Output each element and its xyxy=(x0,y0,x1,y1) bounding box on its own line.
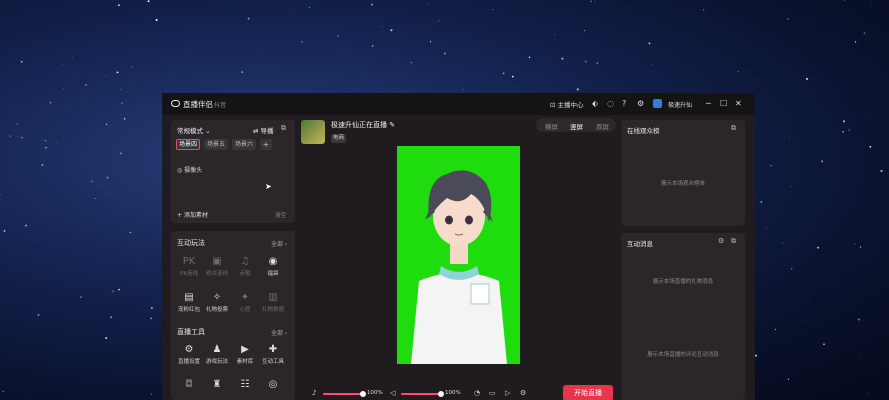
help-icon[interactable]: ? xyxy=(622,99,626,108)
speaker-volume-value: 100% xyxy=(445,390,461,396)
stream-title[interactable]: 极速升仙正在直播 ✎ xyxy=(331,120,395,130)
avatar-character-image xyxy=(411,170,507,364)
app-title: 直播伴侣 xyxy=(183,100,213,109)
screen-record-icon[interactable]: ▭ xyxy=(489,389,496,397)
interactive-title: 互动玩法 xyxy=(177,239,205,247)
tool-interactive-tools[interactable]: ✚ 互动工具 xyxy=(255,343,291,365)
messages-popout-icon[interactable]: ⧉ xyxy=(731,237,736,246)
add-scene-button[interactable]: + xyxy=(260,139,272,150)
tool-gift-data[interactable]: ▥ 礼物数据 xyxy=(255,291,291,313)
tab-landscape[interactable]: 横屏 xyxy=(545,121,558,131)
tool-label: 礼物投票 xyxy=(205,307,228,313)
speaker-volume-knob[interactable] xyxy=(438,391,444,397)
edit-icon: ✎ xyxy=(389,121,396,129)
add-material-button[interactable]: + 添加素材 xyxy=(177,210,208,219)
viewers-empty-text: 展示本场观众榜单 xyxy=(660,181,705,187)
source-camera-label: 摄像头 xyxy=(184,167,203,174)
tools-panel: 互动玩法 全部 › PK PK连线 ▣ 观众连线 ♫ 点歌 ◉ 福袋 ▤ 宠粉红包 ✧ 礼物… xyxy=(171,231,295,400)
tool-lucky-bag[interactable]: ◉ 福袋 xyxy=(255,255,291,277)
viewers-panel: 在线观众榜 ⧉ 展示本场观众榜单 xyxy=(621,120,745,226)
tool-label: 心愿 xyxy=(239,307,251,313)
swap-icon: ⇄ xyxy=(253,127,259,135)
tab-portrait[interactable]: 竖屏 xyxy=(570,121,583,131)
tool-label: 福袋 xyxy=(267,271,279,277)
stream-title-label: 极速升仙正在直播 xyxy=(331,121,387,129)
gamepad-icon: ◎ xyxy=(268,379,278,390)
maximize-icon[interactable]: ☐ xyxy=(720,99,727,108)
mic-volume-knob[interactable] xyxy=(360,391,366,397)
scene-tab-5[interactable]: 场景五 xyxy=(204,139,228,150)
comment-messages-empty-text: 展示本场直播的评论互动消息 xyxy=(647,352,719,358)
camera-video-icon[interactable]: ▷ xyxy=(505,389,510,397)
messages-title: 互动消息 xyxy=(627,240,653,248)
scene-tab-4[interactable]: 场景四 xyxy=(176,139,200,150)
viewers-popout-icon[interactable]: ⧉ xyxy=(731,124,736,133)
live-companion-window: 直播伴侣 抖音 ⊡ 主播中心 ⬖ ◌ ? ⚙ 极速升仙 ─ ☐ ✕ 常规模式 ⌄… xyxy=(162,93,755,400)
tool-label: 互动工具 xyxy=(261,359,284,365)
interactive-all-link[interactable]: 全部 › xyxy=(271,239,287,248)
mic-volume-fill xyxy=(323,393,363,395)
host-center-link[interactable]: ⊡ 主播中心 xyxy=(550,99,584,109)
avatar[interactable] xyxy=(653,99,662,108)
source-camera-item[interactable]: ◎ 摄像头 xyxy=(177,165,202,174)
stream-preview[interactable] xyxy=(397,146,520,364)
live-tools-all-link[interactable]: 全部 › xyxy=(271,328,287,337)
clear-button[interactable]: 清空 xyxy=(275,211,286,219)
start-live-button[interactable]: 开始直播 xyxy=(563,385,613,400)
tool-label: PK连线 xyxy=(180,271,198,277)
tool-label: 点歌 xyxy=(239,271,251,277)
lucky-bag-icon: ◉ xyxy=(268,256,278,267)
category-tag: 电商 xyxy=(331,134,347,143)
guide-button[interactable]: ⇄ 导播 xyxy=(253,125,274,135)
popout-icon[interactable]: ⧉ xyxy=(281,124,286,133)
mic-volume-value: 100% xyxy=(367,390,383,396)
host-center-label: 主播中心 xyxy=(557,101,584,109)
platform-label: 抖音 xyxy=(214,102,227,109)
live-tools-title: 直播工具 xyxy=(177,328,205,336)
microphone-icon[interactable]: ♪ xyxy=(312,389,316,397)
minimize-icon[interactable]: ─ xyxy=(706,99,711,108)
scene-panel: 常规模式 ⌄ ⇄ 导播 ⧉ 场景四 场景五 场景六 + ◎ 摄像头 ➤ + 添加… xyxy=(171,120,295,223)
bar-chart-icon: ▥ xyxy=(268,292,278,303)
messages-panel: 互动消息 ⚙ ⧉ 展示本场直播的礼物消息 展示本场直播的评论互动消息 xyxy=(621,233,745,400)
settings-icon[interactable]: ⚙ xyxy=(637,99,644,108)
gift-icon[interactable]: ⬖ xyxy=(592,99,598,108)
close-icon[interactable]: ✕ xyxy=(735,99,742,108)
mouse-cursor-icon: ➤ xyxy=(265,182,272,191)
speaker-volume-fill xyxy=(401,393,441,395)
tool-label: 礼物数据 xyxy=(261,307,284,313)
tab-dual[interactable]: 双屏 xyxy=(596,121,609,131)
stream-cover-image[interactable] xyxy=(301,120,325,144)
add-material-label: 添加素材 xyxy=(183,212,208,219)
mode-dropdown[interactable]: 常规模式 ⌄ xyxy=(177,125,211,135)
scene-tab-6[interactable]: 场景六 xyxy=(232,139,256,150)
tool-label: 游戏玩法 xyxy=(205,359,228,365)
chat-icon[interactable]: ◌ xyxy=(607,99,614,108)
tool-label: 直播设置 xyxy=(177,359,200,365)
chevron-down-icon: ⌄ xyxy=(205,127,211,135)
guide-label: 导播 xyxy=(260,127,274,135)
viewers-title: 在线观众榜 xyxy=(627,127,660,135)
mode-label: 常规模式 xyxy=(177,127,203,135)
username-label: 极速升仙 xyxy=(668,102,693,109)
puzzle-icon: ✚ xyxy=(268,344,278,355)
messages-settings-icon[interactable]: ⚙ xyxy=(718,237,724,245)
interactive-all-label: 全部 xyxy=(271,241,284,248)
tool-label: 观众连线 xyxy=(205,271,228,277)
title-bar: 直播伴侣 抖音 ⊡ 主播中心 ⬖ ◌ ? ⚙ 极速升仙 ─ ☐ ✕ xyxy=(162,93,755,115)
live-tools-all-label: 全部 xyxy=(271,330,284,337)
tool-label: 素材库 xyxy=(236,359,254,365)
camera-icon: ◎ xyxy=(177,167,183,174)
speaker-icon[interactable]: ◁ xyxy=(390,389,395,397)
bottom-settings-icon[interactable]: ⚙ xyxy=(520,389,526,397)
app-logo-icon xyxy=(171,100,180,107)
tool-more-4[interactable]: ◎ xyxy=(255,378,291,392)
tool-label: 宠粉红包 xyxy=(177,307,200,313)
beauty-icon[interactable]: ◔ xyxy=(474,389,480,397)
gift-messages-empty-text: 展示本场直播的礼物消息 xyxy=(652,279,714,285)
